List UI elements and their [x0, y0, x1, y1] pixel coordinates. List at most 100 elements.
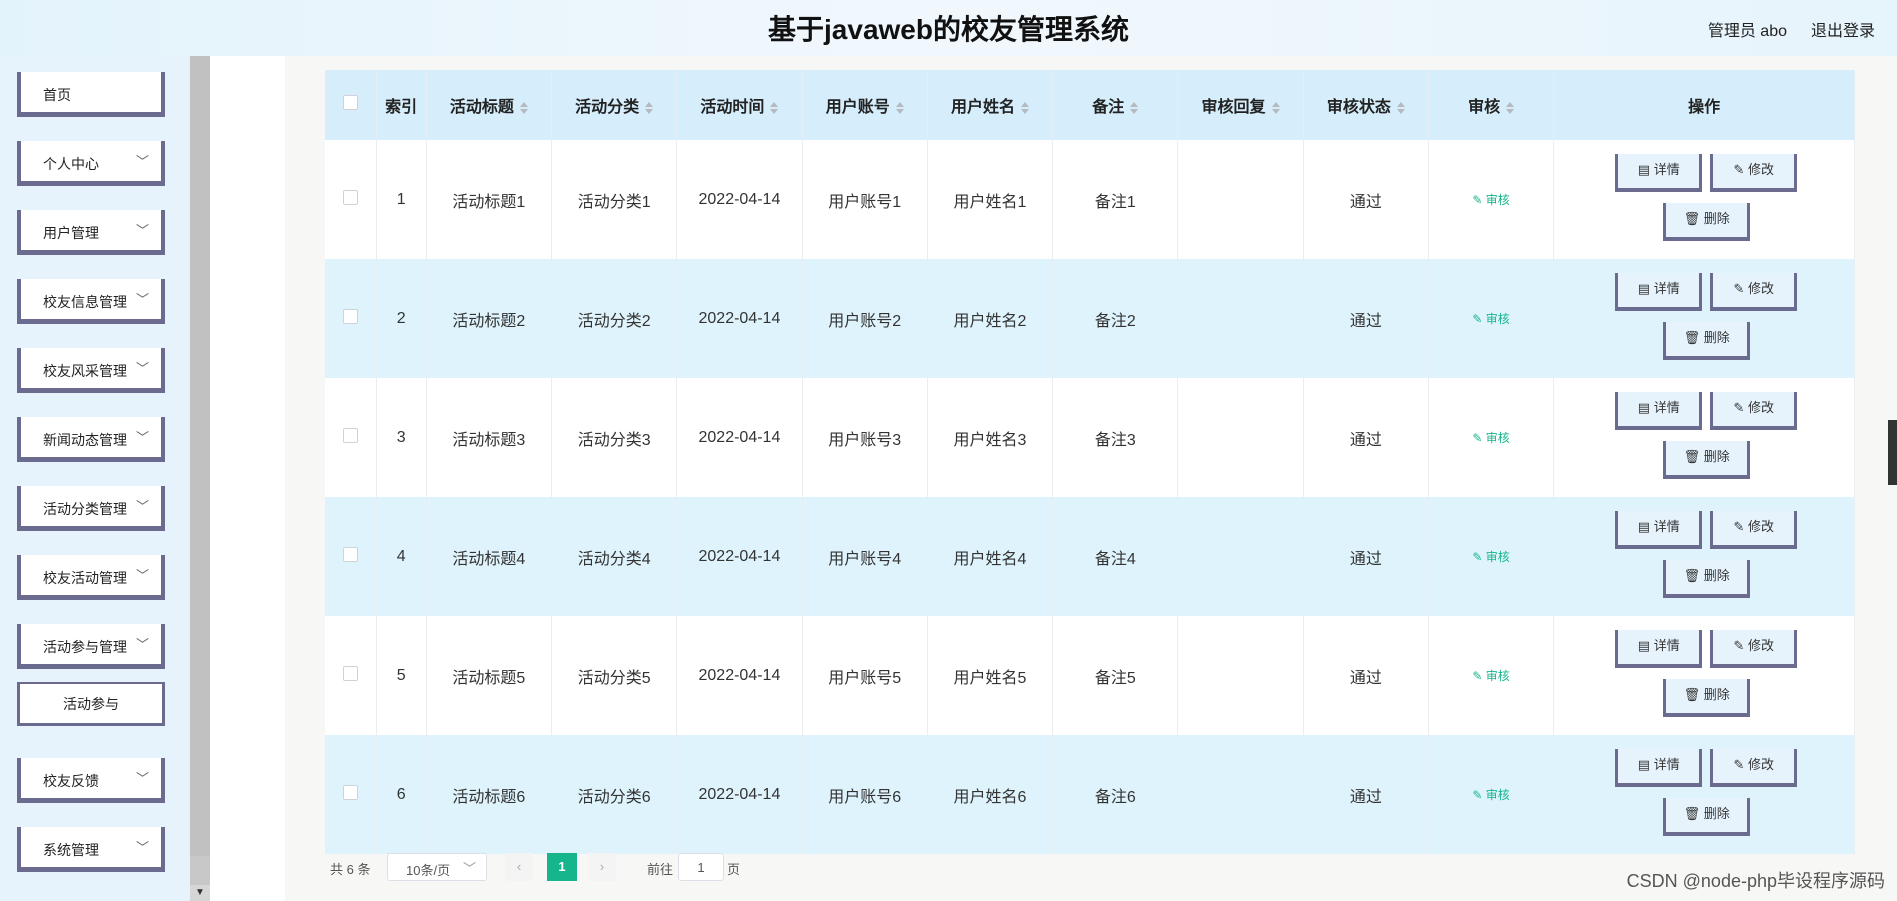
- cell-time: 2022-04-14: [676, 735, 803, 854]
- row-checkbox[interactable]: [342, 189, 358, 205]
- sidebar-item-label: 校友活动管理: [43, 570, 127, 586]
- sidebar-scrollbar-thumb[interactable]: [190, 56, 210, 856]
- sort-icon[interactable]: [519, 101, 528, 114]
- column-header-title[interactable]: 活动标题: [426, 70, 553, 140]
- detail-button[interactable]: ▤ 详情: [1615, 154, 1703, 192]
- row-checkbox[interactable]: [342, 427, 358, 443]
- detail-button[interactable]: ▤ 详情: [1615, 511, 1703, 549]
- delete-button[interactable]: 🗑 删除: [1663, 203, 1751, 241]
- detail-button[interactable]: ▤ 详情: [1615, 392, 1703, 430]
- scroll-down-arrow-icon[interactable]: ▼: [190, 885, 210, 901]
- sort-icon[interactable]: [770, 101, 779, 114]
- edit-button[interactable]: ✎ 修改: [1710, 749, 1798, 787]
- sort-icon[interactable]: [895, 101, 904, 114]
- edit-button[interactable]: ✎ 修改: [1710, 154, 1798, 192]
- delete-button[interactable]: 🗑 删除: [1663, 560, 1751, 598]
- sidebar-item-alumni-activity[interactable]: 校友活动管理 ﹀: [17, 555, 165, 600]
- cell-name: 用户姓名3: [927, 378, 1054, 497]
- page-number-button[interactable]: 1: [547, 853, 577, 881]
- cell-reply: [1177, 735, 1304, 854]
- sidebar-menu: 首页 个人中心 ﹀ 用户管理 ﹀ 校友信息管理 ﹀ 校友风采管理 ﹀ 新闻动态管理 ﹀ 活…: [0, 56, 190, 901]
- sidebar-item-alumni-info[interactable]: 校友信息管理 ﹀: [17, 279, 165, 324]
- edit-button[interactable]: ✎ 修改: [1710, 630, 1798, 668]
- cell-name: 用户姓名2: [927, 259, 1054, 378]
- detail-button[interactable]: ▤ 详情: [1615, 273, 1703, 311]
- select-all-checkbox[interactable]: [342, 95, 358, 110]
- column-header-index: 索引: [376, 70, 427, 140]
- chevron-down-icon: ﹀: [462, 861, 476, 876]
- audit-link[interactable]: ✎ 审核: [1472, 312, 1509, 326]
- sort-icon[interactable]: [1396, 101, 1405, 114]
- delete-button[interactable]: 🗑 删除: [1663, 322, 1751, 360]
- row-checkbox[interactable]: [342, 665, 358, 681]
- sort-icon[interactable]: [1506, 101, 1515, 114]
- cell-status: 通过: [1303, 616, 1429, 735]
- edit-button[interactable]: ✎ 修改: [1710, 273, 1798, 311]
- sort-icon[interactable]: [645, 101, 654, 114]
- cell-title: 活动标题4: [426, 497, 553, 616]
- cell-account: 用户账号6: [802, 735, 928, 854]
- column-header-status[interactable]: 审核状态: [1303, 70, 1429, 140]
- pencil-icon: ✎: [1733, 162, 1748, 177]
- audit-link[interactable]: ✎ 审核: [1472, 669, 1509, 683]
- column-header-note[interactable]: 备注: [1052, 70, 1179, 140]
- goto-page-input[interactable]: 1: [678, 853, 724, 881]
- cell-account: 用户账号3: [802, 378, 928, 497]
- audit-link[interactable]: ✎ 审核: [1472, 550, 1509, 564]
- logout-link[interactable]: 退出登录: [1811, 17, 1875, 41]
- sidebar-subitem-participation[interactable]: 活动参与: [17, 682, 165, 726]
- edit-icon: ✎: [1472, 787, 1486, 802]
- sidebar-item-profile[interactable]: 个人中心 ﹀: [17, 141, 165, 186]
- detail-button[interactable]: ▤ 详情: [1615, 749, 1703, 787]
- participation-table: 索引 活动标题 活动分类 活动时间 用户账号 用户姓名 备注 审核回复 审核状态…: [325, 70, 1855, 854]
- cell-status: 通过: [1303, 497, 1429, 616]
- prev-page-button[interactable]: ‹: [505, 853, 533, 881]
- sidebar-item-system[interactable]: 系统管理 ﹀: [17, 827, 165, 872]
- sidebar: 首页 个人中心 ﹀ 用户管理 ﹀ 校友信息管理 ﹀ 校友风采管理 ﹀ 新闻动态管理 ﹀ 活…: [0, 56, 190, 901]
- page-scrollbar-thumb[interactable]: [1888, 420, 1897, 485]
- sidebar-item-home[interactable]: 首页: [17, 72, 165, 117]
- audit-link[interactable]: ✎ 审核: [1472, 788, 1509, 802]
- column-header-audit[interactable]: 审核: [1428, 70, 1555, 140]
- row-checkbox[interactable]: [342, 784, 358, 800]
- cell-title: 活动标题1: [426, 140, 553, 259]
- next-page-button[interactable]: ›: [588, 853, 616, 881]
- delete-button[interactable]: 🗑 删除: [1663, 798, 1751, 836]
- sort-icon[interactable]: [1130, 101, 1139, 114]
- pencil-icon: ✎: [1733, 400, 1748, 415]
- sidebar-item-label: 首页: [43, 87, 71, 103]
- column-header-name[interactable]: 用户姓名: [927, 70, 1054, 140]
- page-size-select[interactable]: 10条/页 ﹀: [387, 853, 487, 881]
- sort-icon[interactable]: [1020, 101, 1029, 114]
- edit-icon: ✎: [1472, 549, 1486, 564]
- delete-button[interactable]: 🗑 删除: [1663, 679, 1751, 717]
- audit-link[interactable]: ✎ 审核: [1472, 431, 1509, 445]
- edit-button[interactable]: ✎ 修改: [1710, 392, 1798, 430]
- delete-button[interactable]: 🗑 删除: [1663, 441, 1751, 479]
- document-icon: ▤: [1637, 519, 1654, 534]
- audit-link[interactable]: ✎ 审核: [1472, 193, 1509, 207]
- sidebar-item-users[interactable]: 用户管理 ﹀: [17, 210, 165, 255]
- detail-button[interactable]: ▤ 详情: [1615, 630, 1703, 668]
- column-header-time[interactable]: 活动时间: [676, 70, 803, 140]
- cell-name: 用户姓名4: [927, 497, 1054, 616]
- row-checkbox[interactable]: [342, 308, 358, 324]
- column-header-reply[interactable]: 审核回复: [1177, 70, 1304, 140]
- cell-name: 用户姓名1: [927, 140, 1054, 259]
- column-header-account[interactable]: 用户账号: [802, 70, 928, 140]
- row-checkbox[interactable]: [342, 546, 358, 562]
- chevron-down-icon: ﹀: [135, 361, 149, 376]
- cell-title: 活动标题6: [426, 735, 553, 854]
- cell-category: 活动分类5: [551, 616, 678, 735]
- cell-time: 2022-04-14: [676, 497, 803, 616]
- sidebar-item-activity-category[interactable]: 活动分类管理 ﹀: [17, 486, 165, 531]
- pencil-icon: ✎: [1733, 281, 1748, 296]
- sidebar-item-news[interactable]: 新闻动态管理 ﹀: [17, 417, 165, 462]
- sidebar-item-participation[interactable]: 活动参与管理 ﹀: [17, 624, 165, 669]
- sidebar-item-alumni-style[interactable]: 校友风采管理 ﹀: [17, 348, 165, 393]
- document-icon: ▤: [1637, 162, 1654, 177]
- sort-icon[interactable]: [1271, 101, 1280, 114]
- edit-button[interactable]: ✎ 修改: [1710, 511, 1798, 549]
- sidebar-item-feedback[interactable]: 校友反馈 ﹀: [17, 758, 165, 803]
- column-header-category[interactable]: 活动分类: [551, 70, 678, 140]
